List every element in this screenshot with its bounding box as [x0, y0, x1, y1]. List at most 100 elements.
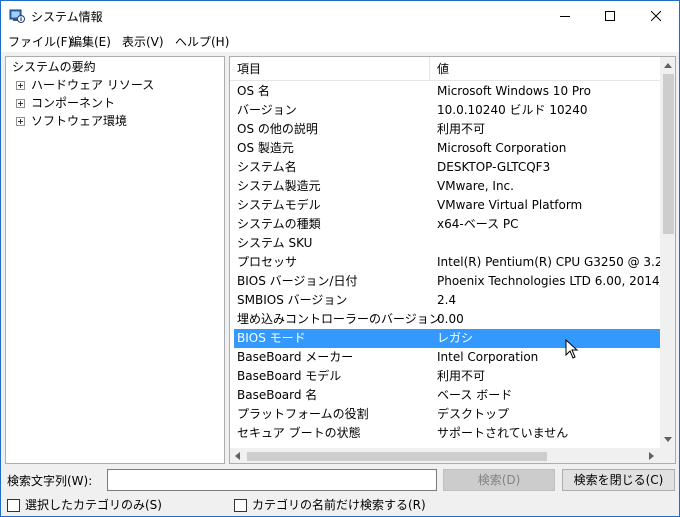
- search-label: 検索文字列(W):: [7, 474, 93, 488]
- search-button[interactable]: 検索(D): [443, 469, 555, 491]
- row-value-cell: VMware Virtual Platform: [437, 198, 583, 212]
- scroll-left-icon[interactable]: [235, 452, 240, 460]
- minimize-button[interactable]: [542, 1, 587, 31]
- row-value-cell: 利用不可: [437, 122, 486, 136]
- maximize-icon: [604, 11, 615, 21]
- menu-bar: ファイル(F) 編集(E) 表示(V) ヘルプ(H): [1, 32, 679, 52]
- row-item-cell: システム SKU: [237, 236, 313, 250]
- table-row[interactable]: BaseBoard 名 ベース ボード: [230, 386, 660, 405]
- row-item-cell: プロセッサ: [237, 255, 298, 269]
- tree-node-components[interactable]: コンポーネント: [16, 95, 115, 111]
- row-value-cell: VMware, Inc.: [437, 179, 514, 193]
- tree-node-label: ハードウェア リソース: [31, 78, 155, 92]
- table-row[interactable]: プロセッサ Intel(R) Pentium(R) CPU G3250 @ 3.2…: [230, 253, 660, 272]
- table-row[interactable]: BaseBoard モデル 利用不可: [230, 367, 660, 386]
- checkbox-category-names-only[interactable]: カテゴリの名前だけ検索する(R): [234, 497, 426, 513]
- close-button[interactable]: [633, 1, 678, 31]
- system-info-window: システム情報 ファイル(F) 編集(E) 表示(V) ヘルプ(H) システムの要…: [0, 0, 680, 517]
- menu-view[interactable]: 表示(V): [122, 34, 164, 50]
- close-search-button[interactable]: 検索を閉じる(C): [562, 469, 675, 491]
- tree-node-label: コンポーネント: [31, 96, 116, 110]
- vertical-scrollbar[interactable]: [660, 57, 675, 448]
- row-value-cell: レガシ: [437, 331, 474, 345]
- category-tree[interactable]: システムの要約 ハードウェア リソース コンポーネント ソフトウェア環境: [5, 56, 225, 464]
- row-item-cell: システムモデル: [237, 198, 321, 212]
- checkbox-selected-category-only[interactable]: 選択したカテゴリのみ(S): [7, 497, 162, 513]
- row-value-cell: Intel Corporation: [437, 350, 539, 364]
- row-item-cell: BIOS バージョン/日付: [237, 274, 358, 288]
- checkbox-box[interactable]: [7, 498, 20, 512]
- row-item-cell: OS の他の説明: [237, 122, 318, 136]
- details-list[interactable]: 項目 値 OS 名 Microsoft Windows 10 Pro バージョン 10…: [229, 56, 676, 464]
- tree-node-software-environment[interactable]: ソフトウェア環境: [16, 113, 127, 129]
- row-item-cell: OS 名: [237, 84, 270, 98]
- scroll-up-icon[interactable]: [664, 63, 672, 68]
- column-header-item[interactable]: 項目: [237, 61, 261, 77]
- table-row[interactable]: システム製造元 VMware, Inc.: [230, 177, 660, 196]
- row-item-cell: システム名: [237, 160, 297, 174]
- row-value-cell: Microsoft Corporation: [437, 141, 567, 155]
- menu-edit[interactable]: 編集(E): [70, 34, 111, 50]
- table-row[interactable]: OS 製造元 Microsoft Corporation: [230, 139, 660, 158]
- row-item-cell: BaseBoard 名: [237, 388, 318, 402]
- table-row[interactable]: システムモデル VMware Virtual Platform: [230, 196, 660, 215]
- mouse-cursor-icon: [565, 339, 579, 359]
- scroll-down-icon[interactable]: [664, 437, 672, 442]
- table-row[interactable]: 埋め込みコントローラーのバージョン 0.00: [230, 310, 660, 329]
- table-row[interactable]: OS の他の説明 利用不可: [230, 120, 660, 139]
- expand-icon[interactable]: [16, 80, 25, 90]
- expand-icon[interactable]: [16, 116, 25, 126]
- checkbox-box[interactable]: [234, 498, 247, 512]
- table-row[interactable]: OS 名 Microsoft Windows 10 Pro: [230, 82, 660, 101]
- row-item-cell: プラットフォームの役割: [237, 407, 369, 421]
- row-item-cell: セキュア ブートの状態: [237, 426, 361, 440]
- table-row[interactable]: BaseBoard メーカー Intel Corporation: [230, 348, 660, 367]
- table-row[interactable]: システム SKU: [230, 234, 660, 253]
- list-header: 項目 値: [230, 57, 660, 81]
- system-info-icon: [9, 9, 25, 23]
- table-row[interactable]: システム名 DESKTOP-GLTCQF3: [230, 158, 660, 177]
- table-row[interactable]: セキュア ブートの状態 サポートされていません: [230, 424, 660, 443]
- row-value-cell: Phoenix Technologies LTD 6.00, 2014/05/2…: [437, 274, 660, 288]
- tree-node-hardware-resources[interactable]: ハードウェア リソース: [16, 77, 154, 93]
- table-row[interactable]: システムの種類 x64-ベース PC: [230, 215, 660, 234]
- list-rows: OS 名 Microsoft Windows 10 Pro バージョン 10.0.10…: [230, 82, 660, 443]
- row-value-cell: 0.00: [437, 312, 464, 326]
- vertical-scroll-thumb[interactable]: [663, 74, 674, 234]
- title-bar[interactable]: システム情報: [1, 1, 679, 32]
- maximize-button[interactable]: [587, 1, 632, 31]
- menu-file[interactable]: ファイル(F): [8, 34, 72, 50]
- table-row[interactable]: BIOS バージョン/日付 Phoenix Technologies LTD 6.…: [230, 272, 660, 291]
- row-item-cell: BIOS モード: [237, 331, 306, 345]
- table-row[interactable]: SMBIOS バージョン 2.4: [230, 291, 660, 310]
- table-row[interactable]: プラットフォームの役割 デスクトップ: [230, 405, 660, 424]
- row-value-cell: 10.0.10240 ビルド 10240: [437, 103, 588, 117]
- row-value-cell: DESKTOP-GLTCQF3: [437, 160, 551, 174]
- row-item-cell: OS 製造元: [237, 141, 294, 155]
- row-item-cell: SMBIOS バージョン: [237, 293, 348, 307]
- horizontal-scroll-thumb[interactable]: [247, 452, 547, 461]
- column-header-value[interactable]: 値: [437, 61, 449, 77]
- close-icon: [650, 11, 661, 21]
- scroll-right-icon[interactable]: [649, 452, 654, 460]
- row-value-cell: 2.4: [437, 293, 457, 307]
- scrollbar-corner: [660, 448, 675, 463]
- search-input[interactable]: [107, 469, 437, 491]
- tree-root-system-summary[interactable]: システムの要約: [12, 59, 96, 75]
- row-value-cell: 利用不可: [437, 369, 486, 383]
- window-title: システム情報: [31, 10, 103, 24]
- row-item-cell: バージョン: [237, 103, 297, 117]
- tree-node-label: ソフトウェア環境: [31, 114, 128, 128]
- expand-icon[interactable]: [16, 98, 25, 108]
- column-divider[interactable]: [429, 57, 430, 81]
- checkbox-label: カテゴリの名前だけ検索する(R): [252, 498, 426, 512]
- menu-help[interactable]: ヘルプ(H): [175, 34, 229, 50]
- checkbox-label: 選択したカテゴリのみ(S): [25, 498, 162, 512]
- horizontal-scrollbar[interactable]: [230, 448, 660, 463]
- row-item-cell: システムの種類: [237, 217, 321, 231]
- row-item-cell: BaseBoard メーカー: [237, 350, 354, 364]
- row-value-cell: Microsoft Windows 10 Pro: [437, 84, 591, 98]
- row-value-cell: Intel(R) Pentium(R) CPU G3250 @ 3.20GHz,: [437, 255, 660, 269]
- table-row[interactable]: BIOS モード レガシ: [230, 329, 660, 348]
- table-row[interactable]: バージョン 10.0.10240 ビルド 10240: [230, 101, 660, 120]
